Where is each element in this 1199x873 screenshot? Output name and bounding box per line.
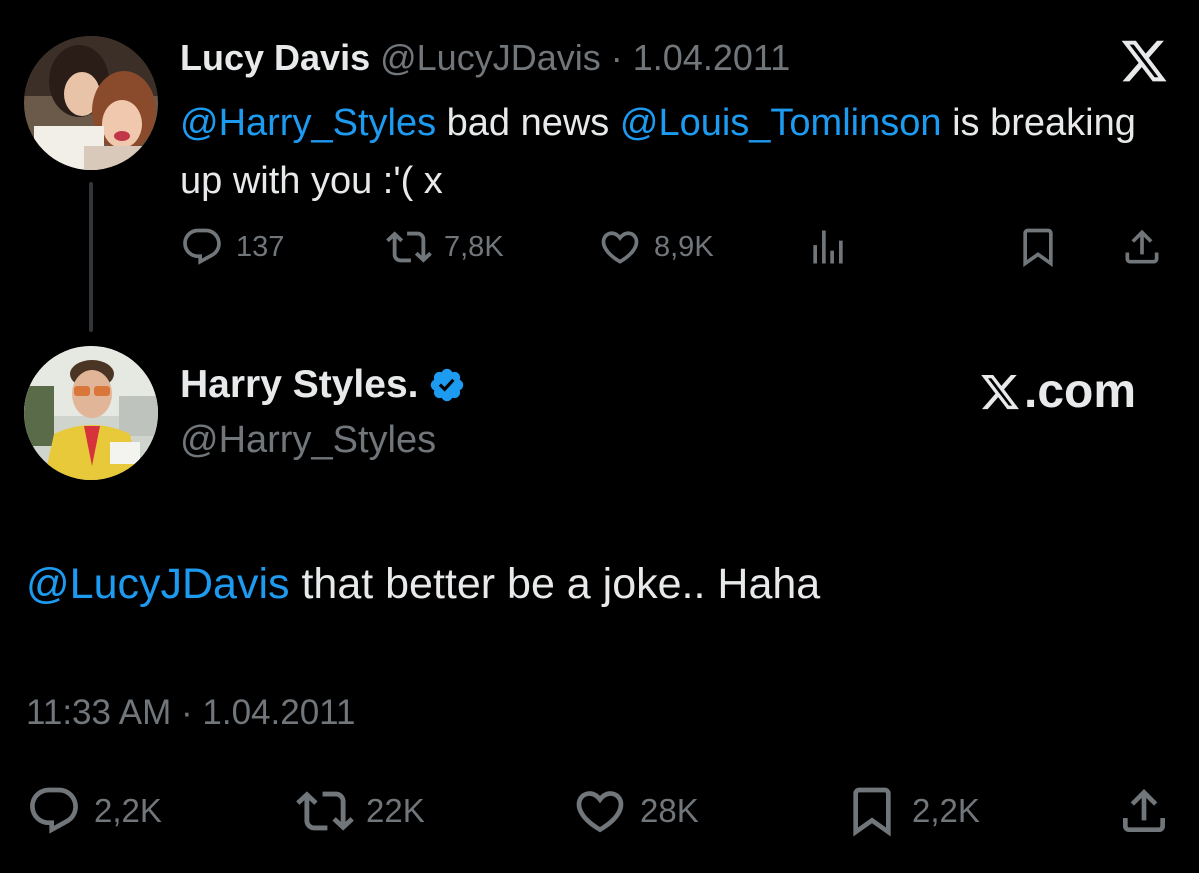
x-logo-icon (1118, 36, 1170, 86)
tweet-time: 11:33 AM (26, 693, 172, 732)
retweet-count: 7,8K (444, 230, 504, 263)
thread-connector (89, 182, 93, 332)
display-name[interactable]: Harry Styles. (180, 362, 418, 408)
tweet-text: @Harry_Styles bad news @Louis_Tomlinson … (180, 94, 1140, 210)
tweet-header: Lucy Davis @LucyJDavis · 1.04.2011 (180, 36, 790, 80)
x-com-watermark: .com (978, 364, 1136, 420)
share-button[interactable] (1116, 783, 1172, 839)
mention-link[interactable]: @LucyJDavis (26, 560, 290, 608)
bookmark-icon (853, 787, 891, 837)
bookmark-icon (1023, 228, 1053, 268)
reply-timestamp[interactable]: 11:33 AM · 1.04.2011 (26, 690, 356, 736)
tweet-date[interactable]: 1.04.2011 (633, 37, 790, 78)
user-handle[interactable]: @LucyJDavis (380, 37, 601, 78)
like-icon (601, 231, 639, 264)
tweet-text-segment: that better be a joke.. Haha (289, 560, 821, 608)
like-button[interactable]: 8,9K (598, 222, 714, 272)
mention-link[interactable]: @Louis_Tomlinson (620, 102, 942, 144)
verified-badge-icon (431, 368, 464, 402)
like-icon (576, 791, 624, 833)
reply-count: 2,2K (94, 792, 162, 829)
tweet-date: 1.04.2011 (202, 693, 356, 732)
display-name[interactable]: Lucy Davis (180, 37, 370, 78)
reply-tweet-actions: 2,2K 22K 28K 2,2K (26, 783, 1176, 839)
separator-dot: · (181, 693, 193, 732)
user-handle[interactable]: @Harry_Styles (180, 417, 436, 463)
reply-tweet-text: @LucyJDavis that better be a joke.. Haha (26, 554, 820, 614)
like-count: 8,9K (654, 230, 714, 263)
avatar-harry-styles[interactable] (24, 346, 158, 480)
retweet-icon (296, 791, 354, 831)
bookmark-button[interactable]: 2,2K (844, 783, 980, 839)
retweet-count: 22K (366, 792, 425, 829)
reply-button[interactable]: 2,2K (26, 783, 162, 839)
reply-icon (30, 787, 78, 834)
tweet-text-segment: bad news (436, 102, 620, 144)
retweet-button[interactable]: 7,8K (386, 222, 504, 272)
site-suffix: .com (1024, 365, 1137, 418)
retweet-button[interactable]: 22K (296, 783, 425, 839)
like-button[interactable]: 28K (572, 783, 699, 839)
reply-button[interactable]: 137 (180, 222, 284, 272)
like-count: 28K (640, 792, 699, 829)
x-logo-icon (981, 374, 1019, 410)
avatar-lucy-davis[interactable] (24, 36, 158, 170)
share-icon (1125, 229, 1159, 264)
mention-link[interactable]: @Harry_Styles (180, 102, 436, 144)
reply-icon (183, 228, 221, 265)
retweet-icon (386, 231, 432, 263)
reply-display-name-row: Harry Styles. (180, 362, 466, 408)
separator-dot: · (610, 37, 623, 78)
share-button[interactable] (1120, 222, 1164, 272)
bookmark-count: 2,2K (912, 792, 980, 829)
reply-count: 137 (236, 230, 285, 263)
views-icon (813, 230, 843, 264)
bookmark-button[interactable] (1016, 222, 1060, 272)
views-button[interactable] (806, 222, 850, 272)
share-icon (1123, 789, 1165, 832)
tweet-actions: 137 7,8K 8,9K (180, 222, 1170, 272)
